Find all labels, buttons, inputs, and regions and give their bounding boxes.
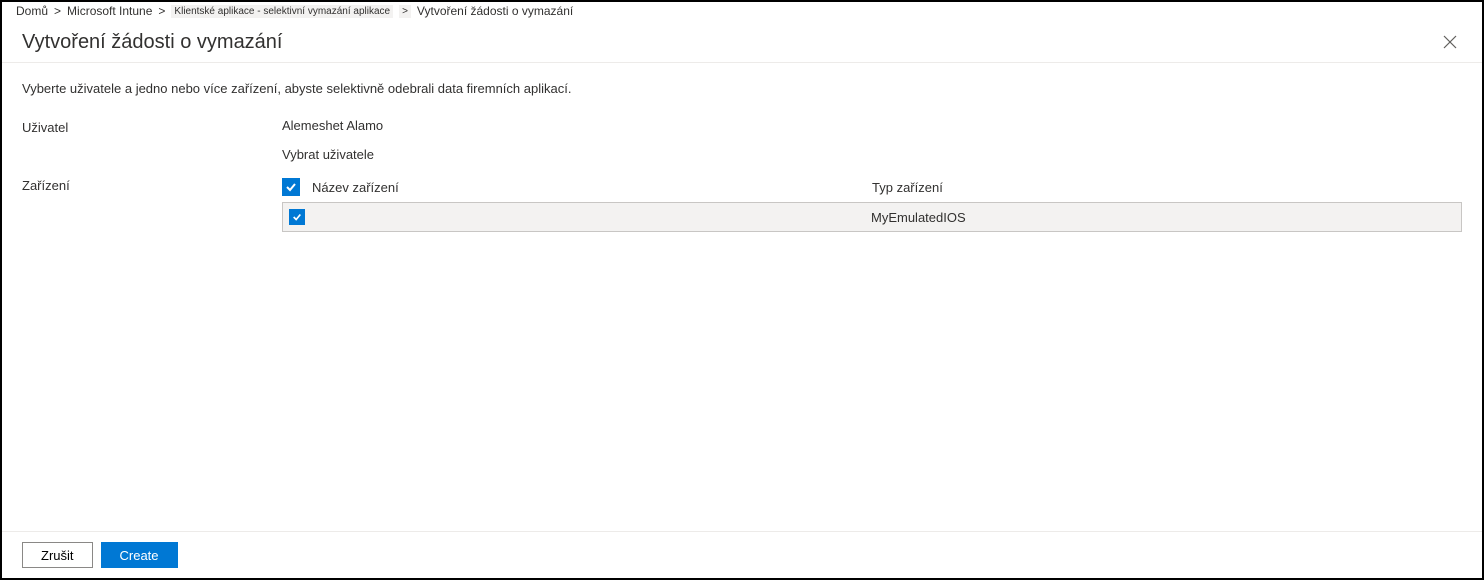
row-device-type: MyEmulatedIOS	[871, 210, 1455, 225]
breadcrumb-apps[interactable]: Klientské aplikace - selektivní vymazání…	[171, 5, 393, 18]
breadcrumb-sep: >	[54, 4, 61, 18]
device-table-header: Název zařízení Typ zařízení	[282, 176, 1462, 202]
check-icon	[292, 212, 302, 222]
description-text: Vyberte uživatele a jedno nebo více zaří…	[22, 81, 1462, 96]
column-header-name[interactable]: Název zařízení	[312, 180, 872, 195]
column-header-type[interactable]: Typ zařízení	[872, 180, 1462, 195]
create-button[interactable]: Create	[101, 542, 178, 568]
page-title: Vytvoření žádosti o vymazání	[22, 31, 283, 54]
device-label: Zařízení	[22, 176, 282, 193]
close-button[interactable]	[1438, 30, 1462, 54]
footer: Zrušit Create	[2, 531, 1482, 578]
breadcrumb-intune[interactable]: Microsoft Intune	[67, 4, 152, 18]
row-checkbox[interactable]	[289, 209, 305, 225]
close-icon	[1443, 35, 1457, 49]
cancel-button[interactable]: Zrušit	[22, 542, 93, 568]
table-row[interactable]: MyEmulatedIOS	[282, 202, 1462, 232]
select-all-checkbox[interactable]	[282, 178, 300, 196]
breadcrumb-sep: >	[399, 5, 411, 18]
user-label: Uživatel	[22, 118, 282, 135]
breadcrumb-home[interactable]: Domů	[16, 4, 48, 18]
user-name-value: Alemeshet Alamo	[282, 118, 1462, 133]
select-user-link[interactable]: Vybrat uživatele	[282, 147, 1462, 162]
breadcrumb-current: Vytvoření žádosti o vymazání	[417, 4, 573, 18]
breadcrumb-sep: >	[158, 4, 165, 18]
check-icon	[285, 181, 297, 193]
breadcrumb: Domů > Microsoft Intune > Klientské apli…	[2, 2, 1482, 20]
